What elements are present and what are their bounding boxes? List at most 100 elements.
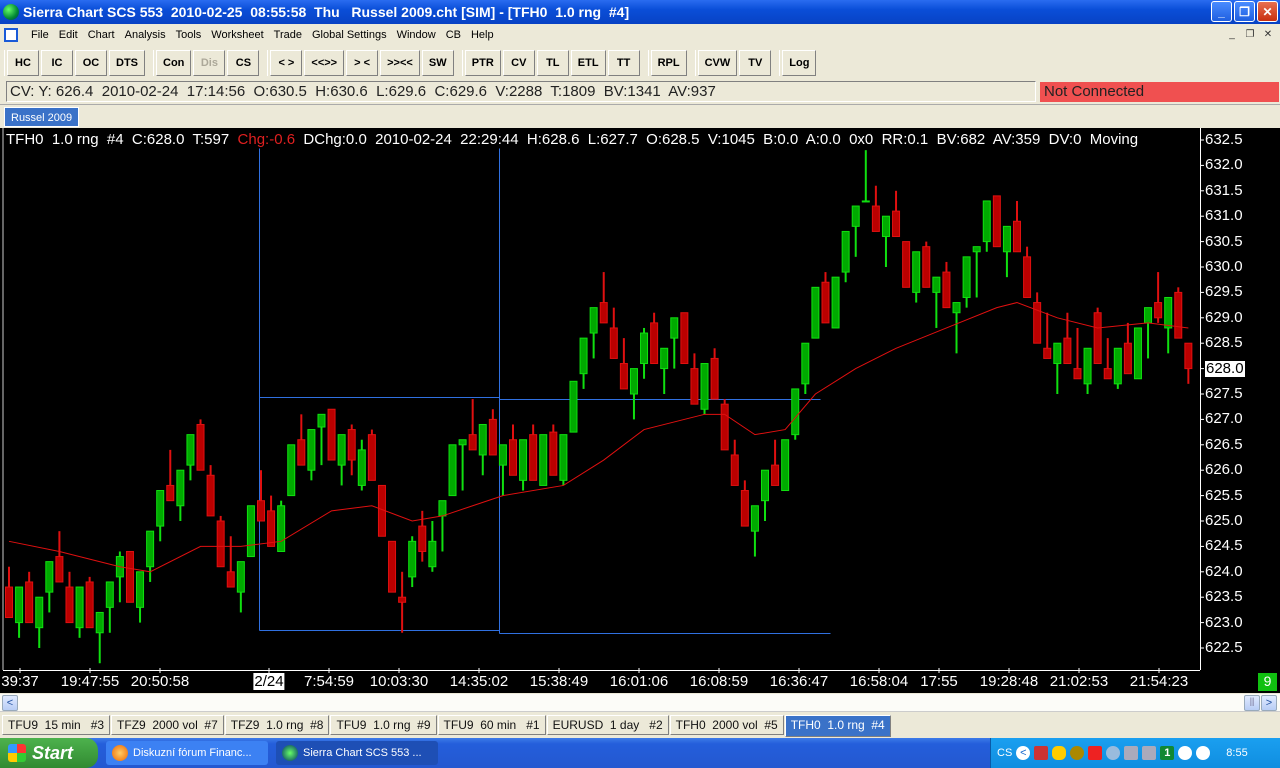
toolbar-button-dts[interactable]: DTS xyxy=(109,50,145,76)
toolbar-button-ic[interactable]: IC xyxy=(41,50,73,76)
avast-icon[interactable] xyxy=(1196,746,1211,760)
toolbar-button-tv[interactable]: TV xyxy=(739,50,772,76)
menu-worksheet[interactable]: Worksheet xyxy=(206,29,268,41)
toolbar-button-con[interactable]: Con xyxy=(156,50,192,76)
scroll-thumb[interactable]: ⦀ xyxy=(1244,695,1260,711)
candle-down xyxy=(196,423,205,471)
candle-down xyxy=(609,327,618,359)
monitor-icon[interactable] xyxy=(1034,746,1049,760)
toolbar-button-cvw[interactable]: CVW xyxy=(697,50,738,76)
candle-down xyxy=(388,540,397,593)
candle-down xyxy=(125,550,134,603)
menu-global-settings[interactable]: Global Settings xyxy=(307,29,392,41)
mdi-restore-button[interactable]: ❐ xyxy=(1242,27,1258,41)
candle-up xyxy=(1083,347,1092,385)
download-icon[interactable] xyxy=(1124,746,1139,760)
chart-tab[interactable]: TFZ9 1.0 rng #8 xyxy=(224,715,330,735)
chart-tab[interactable]: TFH0 1.0 rng #4 xyxy=(784,715,891,737)
chart-tab[interactable]: TFZ9 2000 vol #7 xyxy=(111,715,224,735)
language-indicator[interactable]: CS xyxy=(997,747,1012,759)
candle-down xyxy=(85,581,94,629)
candle-up xyxy=(277,505,286,552)
toolbar-button-ptr[interactable]: PTR xyxy=(464,50,501,76)
restore-button[interactable]: ❐ xyxy=(1234,1,1255,22)
horizontal-scrollbar[interactable]: < ⦀ > xyxy=(0,694,1280,712)
candle-down xyxy=(367,434,376,481)
font-icon[interactable] xyxy=(1142,746,1157,760)
toolbar-button-hc[interactable]: HC xyxy=(7,50,39,76)
chart-area[interactable]: TFH0 1.0 rng #4 C:628.0 T:597 Chg:-0.6 D… xyxy=(0,128,1280,693)
toolbar-button-rrll[interactable]: >><< xyxy=(380,50,420,76)
candle-up xyxy=(357,449,366,486)
flag-icon[interactable] xyxy=(1088,746,1103,760)
taskbar-sierra-chart[interactable]: Sierra Chart SCS 553 ... xyxy=(276,741,438,765)
menu-file[interactable]: File xyxy=(26,29,54,41)
mouse-icon[interactable] xyxy=(1178,746,1193,760)
candle-down xyxy=(488,418,497,456)
toolbar-button-tt[interactable]: TT xyxy=(607,50,640,76)
menu-trade[interactable]: Trade xyxy=(269,29,307,41)
toolbar: HC IC OC DTS Con Dis CS < > <<>> > < >><< SW PTR CV TL… xyxy=(4,47,824,79)
candle-up xyxy=(156,490,165,527)
toolbar-button-rpl[interactable]: RPL xyxy=(650,50,687,76)
candle-down xyxy=(1033,302,1042,344)
toolbar-button-rl[interactable]: > < xyxy=(346,50,379,76)
toolbar-button-log[interactable]: Log xyxy=(782,50,817,76)
taskbar-firefox[interactable]: Diskuzní fórum Financ... xyxy=(106,741,268,765)
candle-up xyxy=(811,286,820,339)
candle-down xyxy=(166,484,175,502)
chart-tab[interactable]: EURUSD 1 day #2 xyxy=(546,715,669,735)
menu-tools[interactable]: Tools xyxy=(171,29,207,41)
time-tick-label: 39:37 xyxy=(1,673,39,690)
mdi-close-button[interactable]: ✕ xyxy=(1260,27,1276,41)
document-icon[interactable] xyxy=(4,27,18,42)
firefox-icon xyxy=(112,745,128,761)
chart-tab[interactable]: TFU9 1.0 rng #9 xyxy=(330,715,437,735)
menu-help[interactable]: Help xyxy=(466,29,499,41)
toolbar-group: RPL xyxy=(647,50,687,76)
toolbar-button-cv[interactable]: CV xyxy=(502,50,535,76)
toolbar-button-dis: Dis xyxy=(193,50,226,76)
chartbook-tab-russel-2009[interactable]: Russel 2009 xyxy=(4,107,80,127)
candle-down xyxy=(740,490,749,527)
candle-up xyxy=(136,571,145,608)
network-icon[interactable] xyxy=(1106,746,1121,760)
candle-up xyxy=(105,581,114,608)
toolbar-button-lr[interactable]: < > xyxy=(270,50,303,76)
chart-header: TFH0 1.0 rng #4 C:628.0 T:597 Chg:-0.6 D… xyxy=(6,131,1138,148)
number-icon[interactable]: 1 xyxy=(1160,746,1175,760)
chart-tab[interactable]: TFH0 2000 vol #5 xyxy=(669,715,784,735)
toolbar-button-sw[interactable]: SW xyxy=(421,50,454,76)
toolbar-button-oc[interactable]: OC xyxy=(75,50,107,76)
menu-window[interactable]: Window xyxy=(392,29,441,41)
toolbar-button-tl[interactable]: TL xyxy=(536,50,569,76)
candle-down xyxy=(599,302,608,324)
toolbar-button-llrr[interactable]: <<>> xyxy=(304,50,345,76)
toolbar-button-etl[interactable]: ETL xyxy=(570,50,606,76)
mdi-minimize-button[interactable]: _ xyxy=(1224,27,1240,41)
menu-analysis[interactable]: Analysis xyxy=(120,29,171,41)
expand-tray-icon[interactable]: < xyxy=(1016,746,1031,760)
price-chart[interactable] xyxy=(0,128,1280,693)
time-tick-label: 2/24 xyxy=(253,673,285,690)
candle-down xyxy=(398,596,407,603)
chart-tab[interactable]: TFU9 60 min #1 xyxy=(437,715,546,735)
scroll-right-button[interactable]: > xyxy=(1261,695,1277,711)
time-tick-label: 19:47:55 xyxy=(60,673,120,690)
candle-up xyxy=(559,434,568,481)
toolbar-button-cs[interactable]: CS xyxy=(227,50,260,76)
menu-cb[interactable]: CB xyxy=(441,29,466,41)
minimize-button[interactable]: _ xyxy=(1211,1,1232,22)
candle-up xyxy=(579,337,588,375)
menu-edit[interactable]: Edit xyxy=(54,29,83,41)
security-shield-icon[interactable] xyxy=(1052,746,1067,760)
start-label: Start xyxy=(32,742,74,763)
scroll-left-button[interactable]: < xyxy=(2,695,18,711)
candle-up xyxy=(851,205,860,227)
bug-icon[interactable] xyxy=(1070,746,1085,760)
chart-tab[interactable]: TFU9 15 min #3 xyxy=(2,715,111,735)
menu-bar: File Edit Chart Analysis Tools Worksheet Trade… xyxy=(0,24,1280,45)
close-button[interactable]: ✕ xyxy=(1257,1,1278,22)
menu-chart[interactable]: Chart xyxy=(83,29,120,41)
start-button[interactable]: Start xyxy=(0,738,98,768)
